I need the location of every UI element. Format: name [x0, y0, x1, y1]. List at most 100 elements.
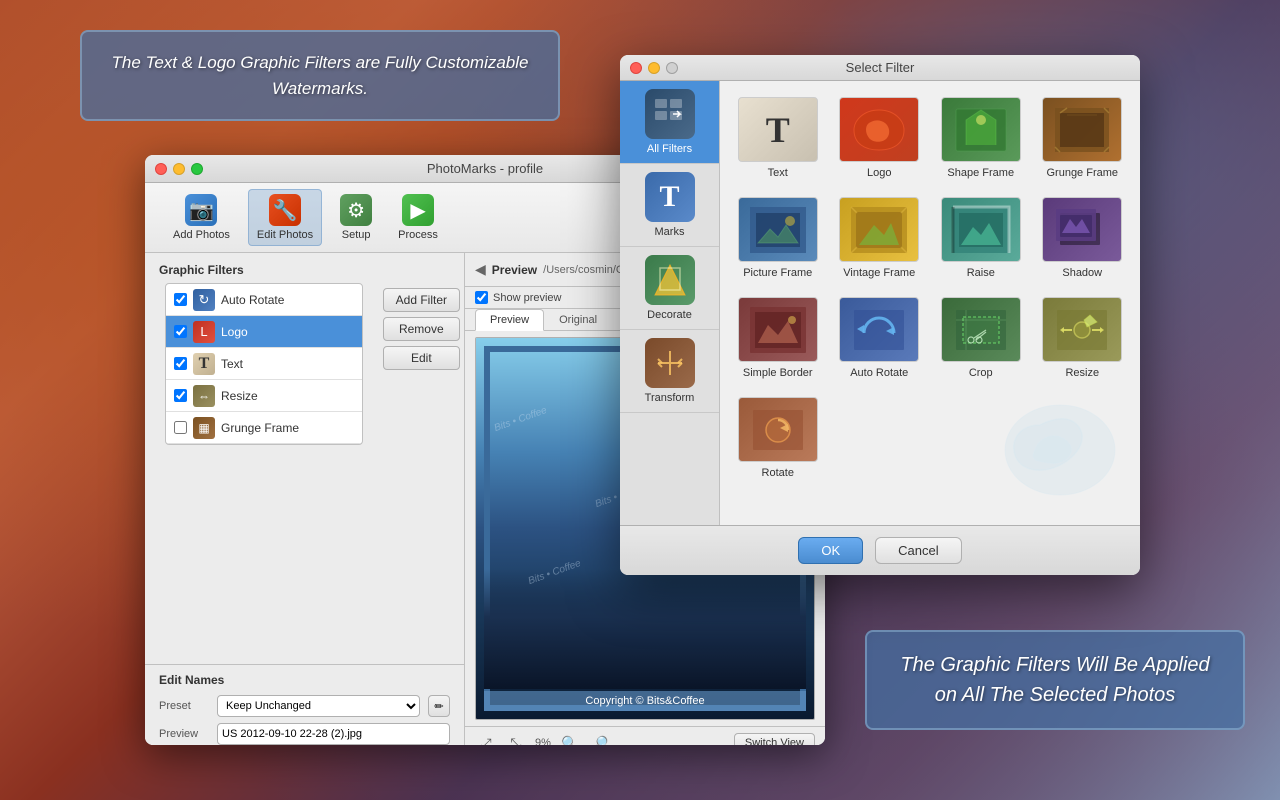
filter-row-grunge[interactable]: ▦ Grunge Frame	[166, 412, 362, 444]
filter-item-logo[interactable]: Logo	[834, 93, 926, 183]
filter-label-text: Text	[768, 167, 788, 179]
decorate-icon	[645, 255, 695, 305]
edit-names-title: Edit Names	[159, 673, 450, 687]
select-filter-dialog: Select Filter All Filters	[620, 55, 1140, 575]
expand-button[interactable]: ⤢	[475, 732, 497, 745]
filter-checkbox-resize[interactable]	[174, 389, 187, 402]
spacer	[145, 449, 464, 664]
sidebar-item-transform[interactable]: Transform	[620, 330, 719, 413]
maximize-button[interactable]	[191, 163, 203, 175]
transform-icon	[645, 338, 695, 388]
preset-edit-button[interactable]: ✏	[428, 695, 450, 717]
filter-item-raise[interactable]: Raise	[935, 193, 1027, 283]
filter-item-vintage-frame[interactable]: Vintage Frame	[834, 193, 926, 283]
filter-label-picture-frame: Picture Frame	[743, 267, 812, 279]
left-panel: Graphic Filters ↻ Auto Rotate L Logo	[145, 253, 465, 745]
filter-icon-autorotate: ↻	[193, 289, 215, 311]
filter-name-text: Text	[221, 357, 243, 371]
filter-icon-logo: L	[193, 321, 215, 343]
compress-button[interactable]: ⤡	[505, 732, 527, 745]
filter-label-simple-border: Simple Border	[743, 367, 813, 379]
dialog-decorative-logo	[980, 395, 1120, 505]
show-preview-checkbox[interactable]	[475, 291, 488, 304]
filter-item-grunge-frame[interactable]: Grunge Frame	[1037, 93, 1129, 183]
filter-row-text[interactable]: T Text	[166, 348, 362, 380]
filter-thumb-shadow	[1042, 197, 1122, 262]
sidebar-item-marks[interactable]: T Marks	[620, 164, 719, 247]
preview-label: Preview	[159, 728, 209, 740]
filter-row-autorotate[interactable]: ↻ Auto Rotate	[166, 284, 362, 316]
dialog-maximize-button[interactable]	[666, 62, 678, 74]
filter-item-text[interactable]: T Text	[732, 93, 824, 183]
preset-label: Preset	[159, 700, 209, 712]
filter-item-resize[interactable]: Resize	[1037, 293, 1129, 383]
edit-photos-icon: 🔧	[269, 194, 301, 226]
filter-item-rotate[interactable]: Rotate	[732, 393, 824, 483]
filter-label-crop: Crop	[969, 367, 993, 379]
filter-item-simple-border[interactable]: Simple Border	[732, 293, 824, 383]
zoom-out-button[interactable]: 🔎	[589, 732, 611, 745]
dialog-traffic-lights	[630, 62, 678, 74]
city-silhouette	[484, 569, 806, 689]
edit-photos-button[interactable]: 🔧 Edit Photos	[248, 189, 322, 246]
zoom-level: 9%	[535, 737, 551, 745]
show-preview-label: Show preview	[493, 292, 561, 304]
zoom-in-button[interactable]: 🔍	[559, 732, 581, 745]
filter-icon-resize: ⇔	[193, 385, 215, 407]
process-label: Process	[398, 229, 438, 241]
filter-label-shadow: Shadow	[1062, 267, 1102, 279]
filter-checkbox-logo[interactable]	[174, 325, 187, 338]
setup-icon: ⚙	[340, 194, 372, 226]
filter-item-auto-rotate[interactable]: Auto Rotate	[834, 293, 926, 383]
preview-row: Preview	[159, 723, 450, 745]
process-button[interactable]: ▶ Process	[390, 190, 446, 245]
filter-row-logo[interactable]: L Logo	[166, 316, 362, 348]
copyright-bar: Copyright © Bits&Coffee	[484, 691, 806, 711]
filter-thumb-logo	[839, 97, 919, 162]
ok-button[interactable]: OK	[798, 537, 863, 564]
filter-item-picture-frame[interactable]: Picture Frame	[732, 193, 824, 283]
app-title: PhotoMarks - profile	[427, 161, 543, 176]
preset-select[interactable]: Keep Unchanged	[217, 695, 420, 717]
add-photos-icon: 📷	[185, 194, 217, 226]
sidebar-item-decorate[interactable]: Decorate	[620, 247, 719, 330]
dialog-minimize-button[interactable]	[648, 62, 660, 74]
filter-item-shape-frame[interactable]: Shape Frame	[935, 93, 1027, 183]
setup-button[interactable]: ⚙ Setup	[332, 190, 380, 245]
filter-label-vintage-frame: Vintage Frame	[843, 267, 915, 279]
switch-view-button[interactable]: Switch View	[734, 733, 815, 745]
add-filter-button[interactable]: Add Filter	[383, 288, 460, 312]
sidebar-item-all-filters[interactable]: All Filters	[620, 81, 719, 164]
filter-row-resize[interactable]: ⇔ Resize	[166, 380, 362, 412]
filter-checkbox-grunge[interactable]	[174, 421, 187, 434]
filter-item-shadow[interactable]: Shadow	[1037, 193, 1129, 283]
dialog-footer: OK Cancel	[620, 525, 1140, 575]
filter-name-grunge: Grunge Frame	[221, 421, 299, 435]
filter-label-resize: Resize	[1065, 367, 1099, 379]
tab-preview[interactable]: Preview	[475, 309, 544, 331]
filter-thumb-vintage	[839, 197, 919, 262]
filter-label-grunge-frame: Grunge Frame	[1046, 167, 1118, 179]
dialog-title: Select Filter	[846, 60, 915, 75]
filter-icon-grunge: ▦	[193, 417, 215, 439]
preview-filename-input[interactable]	[217, 723, 450, 745]
remove-filter-button[interactable]: Remove	[383, 317, 460, 341]
bottom-annotation-text: The Graphic Filters Will Be Applied on A…	[900, 654, 1209, 706]
filter-item-crop[interactable]: Crop	[935, 293, 1027, 383]
nav-back-arrow[interactable]: ◀	[475, 261, 486, 278]
action-buttons: Add Filter Remove Edit	[373, 283, 460, 445]
sidebar-label-marks: Marks	[655, 226, 685, 238]
minimize-button[interactable]	[173, 163, 185, 175]
dialog-close-button[interactable]	[630, 62, 642, 74]
filter-name-autorotate: Auto Rotate	[221, 293, 284, 307]
marks-icon: T	[645, 172, 695, 222]
filter-checkbox-autorotate[interactable]	[174, 293, 187, 306]
filter-name-resize: Resize	[221, 389, 258, 403]
filter-thumb-crop	[941, 297, 1021, 362]
add-photos-button[interactable]: 📷 Add Photos	[165, 190, 238, 245]
close-button[interactable]	[155, 163, 167, 175]
filter-checkbox-text[interactable]	[174, 357, 187, 370]
tab-original[interactable]: Original	[544, 309, 612, 331]
edit-filter-button[interactable]: Edit	[383, 346, 460, 370]
cancel-button[interactable]: Cancel	[875, 537, 961, 564]
